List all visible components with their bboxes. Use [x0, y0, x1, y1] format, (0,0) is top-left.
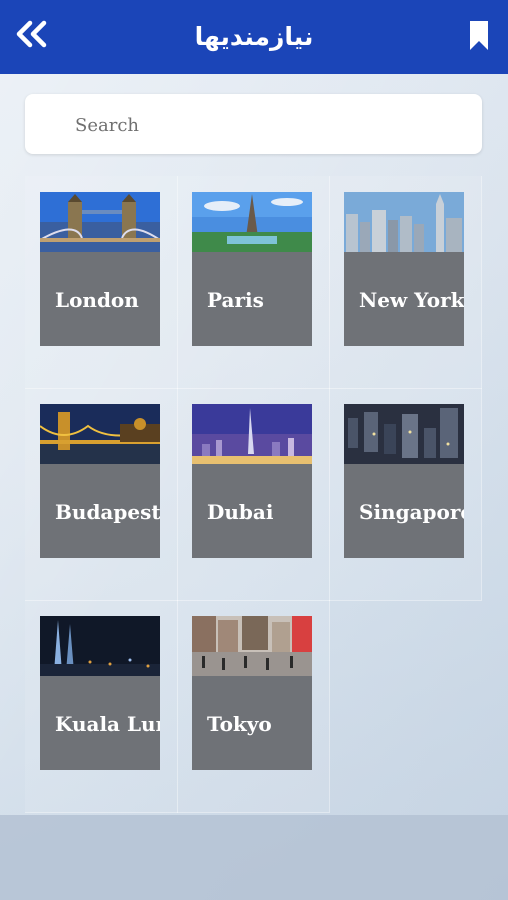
- grid-cell: Paris: [177, 176, 330, 389]
- top-bar: نیازمندیها: [0, 0, 508, 74]
- paris-thumbnail: [192, 192, 312, 252]
- tokyo-thumbnail: [192, 616, 312, 676]
- city-card-tokyo[interactable]: Tokyo: [192, 616, 312, 770]
- city-label: Tokyo: [207, 712, 272, 736]
- budapest-thumbnail: [40, 404, 160, 464]
- bookmark-button[interactable]: [468, 20, 490, 52]
- grid-cell: London: [25, 176, 178, 389]
- city-label: Singapore: [359, 500, 464, 524]
- city-card-kuala-lumpur[interactable]: Kuala Lumpur: [40, 616, 160, 770]
- city-card-new-york[interactable]: New York: [344, 192, 464, 346]
- dubai-thumbnail: [192, 404, 312, 464]
- city-card-singapore[interactable]: Singapore: [344, 404, 464, 558]
- london-thumbnail: [40, 192, 160, 252]
- new-york-thumbnail: [344, 192, 464, 252]
- city-label: New York: [359, 288, 464, 312]
- grid-cell: Budapest: [25, 388, 178, 601]
- grid-cell: Tokyo: [177, 600, 330, 813]
- search-box[interactable]: [25, 94, 482, 156]
- app-screen: نیازمندیها Search London Paris New York …: [0, 0, 508, 900]
- footer-bar: [0, 815, 508, 900]
- city-label: Dubai: [207, 500, 274, 524]
- city-card-dubai[interactable]: Dubai: [192, 404, 312, 558]
- page-title: نیازمندیها: [194, 22, 314, 51]
- city-label: Kuala Lumpur: [55, 712, 160, 736]
- city-label: Paris: [207, 288, 264, 312]
- grid-cell: Dubai: [177, 388, 330, 601]
- city-label: London: [55, 288, 139, 312]
- grid-cell: New York: [329, 176, 482, 389]
- city-card-london[interactable]: London: [40, 192, 160, 346]
- city-label: Budapest: [55, 500, 160, 524]
- kuala-lumpur-thumbnail: [40, 616, 160, 676]
- search-input[interactable]: [73, 94, 477, 156]
- bookmark-icon: [470, 21, 488, 50]
- singapore-thumbnail: [344, 404, 464, 464]
- city-card-paris[interactable]: Paris: [192, 192, 312, 346]
- grid-cell: Kuala Lumpur: [25, 600, 178, 813]
- grid-cell: Singapore: [329, 388, 482, 601]
- city-card-budapest[interactable]: Budapest: [40, 404, 160, 558]
